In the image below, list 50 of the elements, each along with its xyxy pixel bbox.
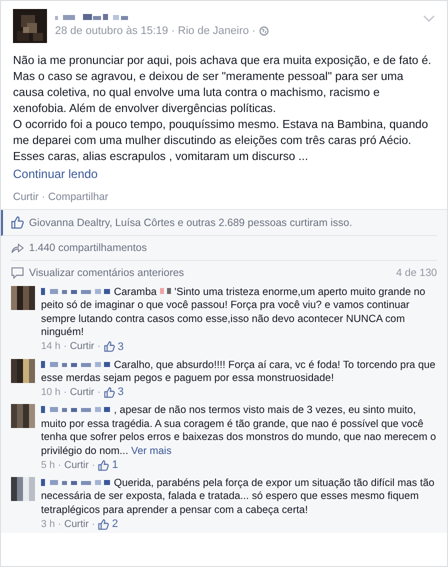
view-previous-comments-link[interactable]: Visualizar comentários anteriores: [29, 267, 184, 279]
comment-text: Querida, parabéns pela força de expor um situação tão difícil mas tão necessária de ser exposta, falada e tratada... só espero que esses mesmo fiquem tetraplégicos para aprender a pensar com a cabeça certa!: [41, 477, 436, 518]
separator-dot: ·: [63, 386, 67, 398]
redacted-name: [41, 287, 111, 295]
see-more-link[interactable]: Ver mais: [131, 446, 172, 457]
comment-text: , apesar de não nos termos visto mais de 3 vezes, eu sinto muito, muito por essa tragédia. A sua coragem é tão grande, que nao é possível que você tenha que sofrer pelos erros e baixezas dos monstros do mundo, que nao merecem o privilégio do nom... Ver mais: [41, 404, 437, 458]
like-link[interactable]: Curtir: [64, 460, 89, 471]
like-count: 1: [112, 459, 118, 472]
post-meta: 28 de outubro às 15:19 · Rio de Janeiro ·: [55, 25, 256, 37]
chevron-down-icon[interactable]: [423, 15, 435, 23]
comment-time: 5 h: [41, 460, 55, 471]
like-link[interactable]: Curtir: [70, 386, 94, 398]
comment-time: 10 h: [41, 386, 60, 398]
shares-count[interactable]: 1.440 compartilhamentos: [29, 242, 147, 254]
likes-summary[interactable]: Giovanna Dealtry, Luísa Côrtes e outras 2.689 pessoas curtiram isso.: [29, 216, 352, 228]
comment-text: Caralho, que absurdo!!!! Força aí cara, vc é foda! To torcendo pra que esse merdas sejam pegos e paguem por essa monstruosidade!: [41, 358, 436, 386]
separator-dot: ·: [97, 386, 101, 398]
separator-dot: ·: [63, 341, 67, 352]
thumbs-up-icon: [104, 386, 115, 398]
separator-dot: ·: [92, 518, 96, 530]
post-action-link[interactable]: Compartilhar: [48, 191, 108, 203]
comment-bubble-icon: [11, 267, 24, 279]
read-more-link[interactable]: Continuar lendo: [13, 166, 98, 183]
comment-time: 3 h: [41, 518, 55, 530]
post-action-link[interactable]: Curtir: [13, 191, 39, 203]
redacted-emoji: [160, 287, 172, 295]
thumbs-up-icon: [98, 518, 110, 530]
like-link[interactable]: Curtir: [70, 341, 94, 352]
like-link[interactable]: Curtir: [64, 518, 89, 530]
separator-dot: ·: [42, 191, 46, 203]
like-count: 2: [112, 518, 118, 530]
thumbs-up-icon: [98, 460, 110, 471]
thumbs-up-icon: [104, 341, 115, 352]
comment-text: Caramba 'Sinto uma tristeza enorme,um aperto muito grande no peito só de imaginar o que você passou! Força pra você viu? e vamos continuar sempre lutando contra casos como esse,isso não devo acontecer NUNCA com ninguém!: [41, 286, 426, 340]
redacted-name: [41, 478, 111, 486]
separator-dot: ·: [97, 341, 101, 352]
redacted-name: [41, 360, 111, 368]
redacted-name: [41, 405, 111, 414]
post-paragraph: Não ia me pronunciar por aqui, pois achava que era muita exposição, e de fato é. Mas o caso se agravou, e deixou de ser "meramente pessoal" para ser uma causa coletiva, no qual envolve uma luta contra o machismo, racismo e xenofobia. Além de envolver divergências políticas.: [13, 53, 432, 117]
globe-icon: [258, 26, 269, 36]
like-count: 3: [118, 340, 124, 353]
post-paragraph: O ocorrido foi a pouco tempo, pouquíssimo mesmo. Estava na Bambina, quando me deparei com uma mulher discutindo as eleições com três caras pró Aécio. Esses caras, alias escrapulos , vomitaram um discurso ...: [13, 117, 430, 165]
comment-time: 14 h: [41, 341, 60, 352]
thumbs-up-icon: [11, 216, 24, 229]
like-count: 3: [118, 386, 124, 398]
separator-dot: ·: [58, 518, 62, 530]
share-arrow-icon: [11, 242, 24, 254]
separator-dot: ·: [58, 460, 62, 471]
comment-count: 4 de 130: [396, 267, 437, 279]
separator-dot: ·: [92, 460, 96, 471]
